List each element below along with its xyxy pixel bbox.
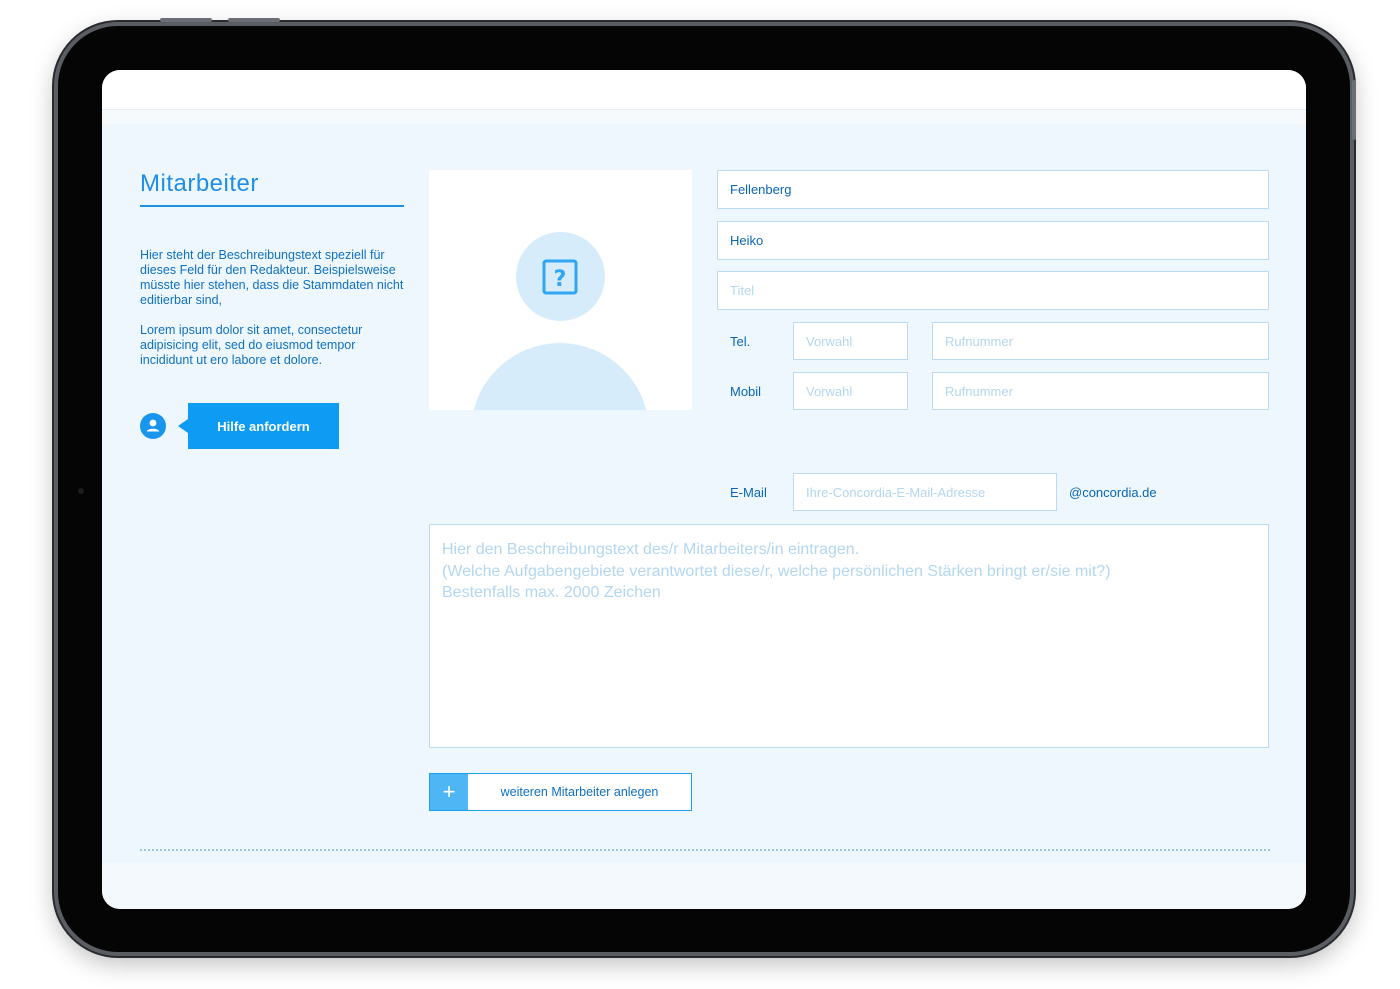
volume-button-top-2 xyxy=(228,18,280,22)
top-bar xyxy=(102,70,1306,110)
help-description: Hier steht der Beschreibungstext speziel… xyxy=(140,248,404,307)
side-button xyxy=(1352,80,1356,140)
title-input[interactable]: Titel xyxy=(717,271,1269,310)
tel-area-code-input[interactable]: Vorwahl xyxy=(793,322,908,360)
add-employee-button[interactable]: + weiteren Mitarbeiter anlegen xyxy=(429,773,692,811)
mobile-label: Mobil xyxy=(730,384,762,399)
tel-label: Tel. xyxy=(730,334,751,349)
first-name-input[interactable]: Heiko xyxy=(717,221,1269,260)
profile-photo-upload[interactable]: ? xyxy=(429,170,692,410)
tel-number-input[interactable]: Rufnummer xyxy=(932,322,1269,360)
footer-strip xyxy=(102,863,1306,909)
section-divider xyxy=(140,849,1270,851)
header-strip xyxy=(102,110,1306,124)
volume-button-top xyxy=(160,18,212,22)
employee-description-textarea[interactable]: Hier den Beschreibungstext des/r Mitarbe… xyxy=(429,524,1269,748)
email-domain-label: @concordia.de xyxy=(1069,485,1157,500)
plus-icon: + xyxy=(430,774,468,810)
add-employee-label: weiteren Mitarbeiter anlegen xyxy=(500,785,659,799)
avatar-body xyxy=(471,343,649,410)
email-input[interactable]: Ihre-Concordia-E-Mail-Adresse xyxy=(793,473,1057,511)
app-screen: Mitarbeiter Hier steht der Beschreibungs… xyxy=(102,70,1306,909)
front-camera xyxy=(78,488,84,494)
user-icon xyxy=(140,413,166,439)
email-label: E-Mail xyxy=(730,485,767,500)
question-mark-icon: ? xyxy=(541,258,579,296)
last-name-input[interactable]: Fellenberg xyxy=(717,170,1269,209)
mobile-number-input[interactable]: Rufnummer xyxy=(932,372,1269,410)
section-title: Mitarbeiter xyxy=(140,170,259,197)
help-description-lorem: Lorem ipsum dolor sit amet, consectetur … xyxy=(140,323,363,367)
svg-text:?: ? xyxy=(554,267,567,292)
request-help-button[interactable]: Hilfe anfordern xyxy=(178,403,339,449)
mobile-area-code-input[interactable]: Vorwahl xyxy=(793,372,908,410)
title-underline xyxy=(140,205,404,207)
